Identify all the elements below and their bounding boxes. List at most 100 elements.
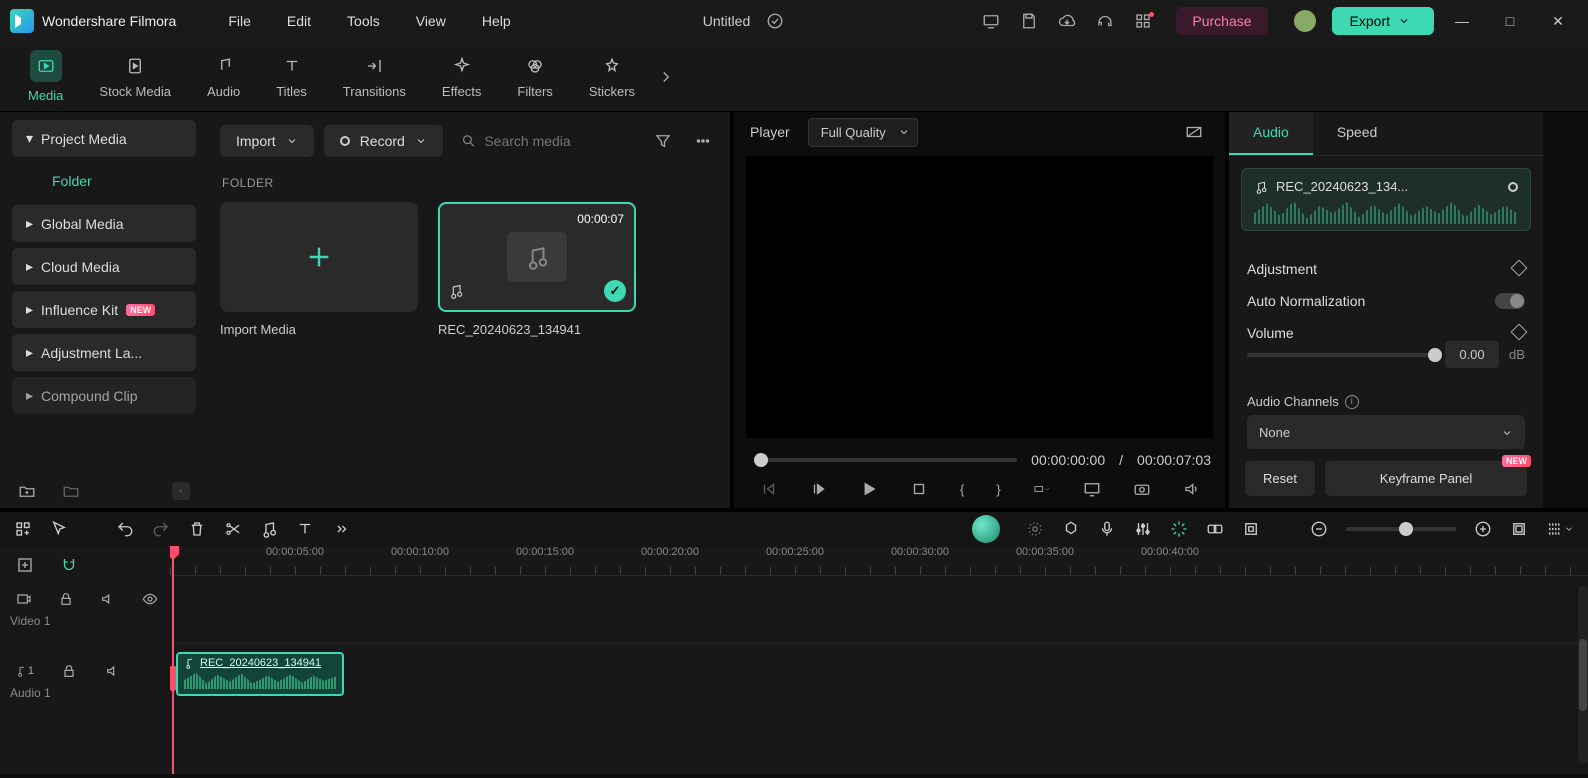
prev-frame-icon[interactable]	[760, 480, 778, 498]
sidebar-item-project-media[interactable]: ▾Project Media	[12, 120, 196, 157]
export-button[interactable]: Export	[1332, 7, 1434, 35]
mark-in-icon[interactable]: {	[960, 480, 964, 498]
zoom-slider[interactable]	[1346, 527, 1456, 531]
tool-media[interactable]: Media	[10, 50, 81, 103]
mark-out-icon[interactable]: }	[996, 480, 1000, 498]
compare-icon[interactable]	[1185, 123, 1203, 141]
ai-assistant-icon[interactable]	[972, 515, 1000, 543]
lock-track-icon[interactable]	[58, 590, 74, 608]
zoom-out-icon[interactable]	[1310, 520, 1328, 538]
media-card-audio[interactable]: 00:00:07 ✓ REC_20240623_134941	[438, 202, 636, 337]
new-folder-icon[interactable]	[18, 482, 36, 500]
zoom-fit-icon[interactable]	[1510, 520, 1528, 538]
collapse-sidebar-icon[interactable]	[172, 482, 190, 500]
filter-icon[interactable]	[654, 132, 672, 150]
close-button[interactable]: ✕	[1538, 13, 1578, 30]
tab-speed[interactable]: Speed	[1313, 112, 1401, 155]
more-tools-icon[interactable]	[657, 68, 675, 86]
maximize-button[interactable]: □	[1490, 13, 1530, 29]
sidebar-item-global-media[interactable]: ▸Global Media	[12, 205, 196, 242]
redo-icon[interactable]	[152, 520, 170, 538]
timeline-ruler[interactable]: 00:00:05:00 00:00:10:00 00:00:15:00 00:0…	[170, 546, 1588, 576]
tab-audio[interactable]: Audio	[1229, 112, 1313, 155]
channels-select[interactable]: None	[1247, 415, 1525, 449]
preview-canvas[interactable]	[746, 156, 1213, 438]
crop-icon[interactable]	[1242, 520, 1260, 538]
select-tool-icon[interactable]	[50, 520, 68, 538]
headphones-icon[interactable]	[1096, 12, 1114, 30]
ratio-icon[interactable]	[1033, 480, 1051, 498]
device-icon[interactable]	[982, 12, 1000, 30]
delete-icon[interactable]	[188, 520, 206, 538]
sidebar-item-influence-kit[interactable]: ▸Influence KitNEW	[12, 291, 196, 328]
add-track-icon[interactable]	[16, 556, 34, 574]
menu-file[interactable]: File	[214, 7, 265, 35]
import-button[interactable]: Import	[220, 125, 314, 157]
hide-track-icon[interactable]	[142, 590, 158, 608]
save-icon[interactable]	[1020, 12, 1038, 30]
selected-clip-chip[interactable]: REC_20240623_134...	[1241, 168, 1531, 231]
mute-track-icon[interactable]	[100, 590, 116, 608]
more-options-icon[interactable]	[694, 132, 712, 150]
playhead[interactable]	[172, 546, 174, 774]
keyframe-panel-button[interactable]: Keyframe PanelNEW	[1325, 461, 1527, 496]
purchase-button[interactable]: Purchase	[1176, 7, 1267, 35]
menu-help[interactable]: Help	[468, 7, 525, 35]
record-button[interactable]: Record	[324, 125, 443, 157]
timeline-audio-clip[interactable]: REC_20240623_134941	[176, 652, 344, 696]
volume-icon[interactable]	[1183, 480, 1201, 498]
auto-normalization-toggle[interactable]	[1495, 293, 1525, 309]
snapshot-icon[interactable]	[1133, 480, 1151, 498]
audio-track-lane[interactable]: REC_20240623_134941	[170, 644, 1588, 712]
magnet-icon[interactable]	[60, 556, 78, 574]
audio-detach-icon[interactable]	[260, 520, 278, 538]
minimize-button[interactable]: —	[1442, 13, 1482, 29]
reset-button[interactable]: Reset	[1245, 461, 1315, 496]
new-bin-icon[interactable]	[62, 482, 80, 500]
split-icon[interactable]	[224, 520, 242, 538]
volume-keyframe-icon[interactable]	[1513, 325, 1525, 341]
layout-icon[interactable]	[14, 520, 32, 538]
tool-transitions[interactable]: Transitions	[325, 54, 424, 99]
tool-audio[interactable]: Audio	[189, 54, 258, 99]
lock-audio-icon[interactable]	[60, 662, 78, 680]
play-icon[interactable]	[860, 480, 878, 498]
more-timeline-icon[interactable]	[332, 520, 350, 538]
keyframe-diamond-icon[interactable]	[1513, 261, 1525, 277]
text-icon[interactable]	[296, 520, 314, 538]
play-in-icon[interactable]	[810, 480, 828, 498]
video-track-lane[interactable]	[170, 576, 1588, 644]
menu-tools[interactable]: Tools	[333, 7, 394, 35]
link-icon[interactable]	[1206, 520, 1224, 538]
tool-stock-media[interactable]: Stock Media	[81, 54, 189, 99]
menu-edit[interactable]: Edit	[273, 7, 325, 35]
stop-icon[interactable]	[910, 480, 928, 498]
sidebar-item-compound-clip[interactable]: ▸Compound Clip	[12, 377, 196, 414]
timeline-scrollbar[interactable]	[1578, 586, 1588, 764]
tool-effects[interactable]: Effects	[424, 54, 500, 99]
sidebar-item-cloud-media[interactable]: ▸Cloud Media	[12, 248, 196, 285]
zoom-in-icon[interactable]	[1474, 520, 1492, 538]
motion-tracking-icon[interactable]	[1026, 520, 1044, 538]
search-input[interactable]	[484, 133, 630, 149]
import-media-card[interactable]: Import Media	[220, 202, 418, 337]
volume-slider[interactable]	[1247, 353, 1435, 357]
seek-bar[interactable]	[754, 458, 1017, 462]
mute-audio-icon[interactable]	[104, 662, 122, 680]
tool-filters[interactable]: Filters	[499, 54, 570, 99]
marker-icon[interactable]	[1062, 520, 1080, 538]
search-media[interactable]	[453, 124, 638, 158]
display-icon[interactable]	[1083, 480, 1101, 498]
undo-icon[interactable]	[116, 520, 134, 538]
info-icon[interactable]: i	[1345, 395, 1359, 409]
timeline-view-icon[interactable]	[1546, 520, 1574, 538]
sidebar-item-adjustment-layer[interactable]: ▸Adjustment La...	[12, 334, 196, 371]
audio-mixer-icon[interactable]	[1134, 520, 1152, 538]
user-avatar[interactable]	[1294, 10, 1316, 32]
voiceover-icon[interactable]	[1098, 520, 1116, 538]
cloud-sync-icon[interactable]	[766, 12, 784, 30]
render-icon[interactable]	[1170, 520, 1188, 538]
tool-titles[interactable]: Titles	[258, 54, 325, 99]
sidebar-item-folder[interactable]: Folder	[12, 163, 196, 199]
menu-view[interactable]: View	[402, 7, 460, 35]
